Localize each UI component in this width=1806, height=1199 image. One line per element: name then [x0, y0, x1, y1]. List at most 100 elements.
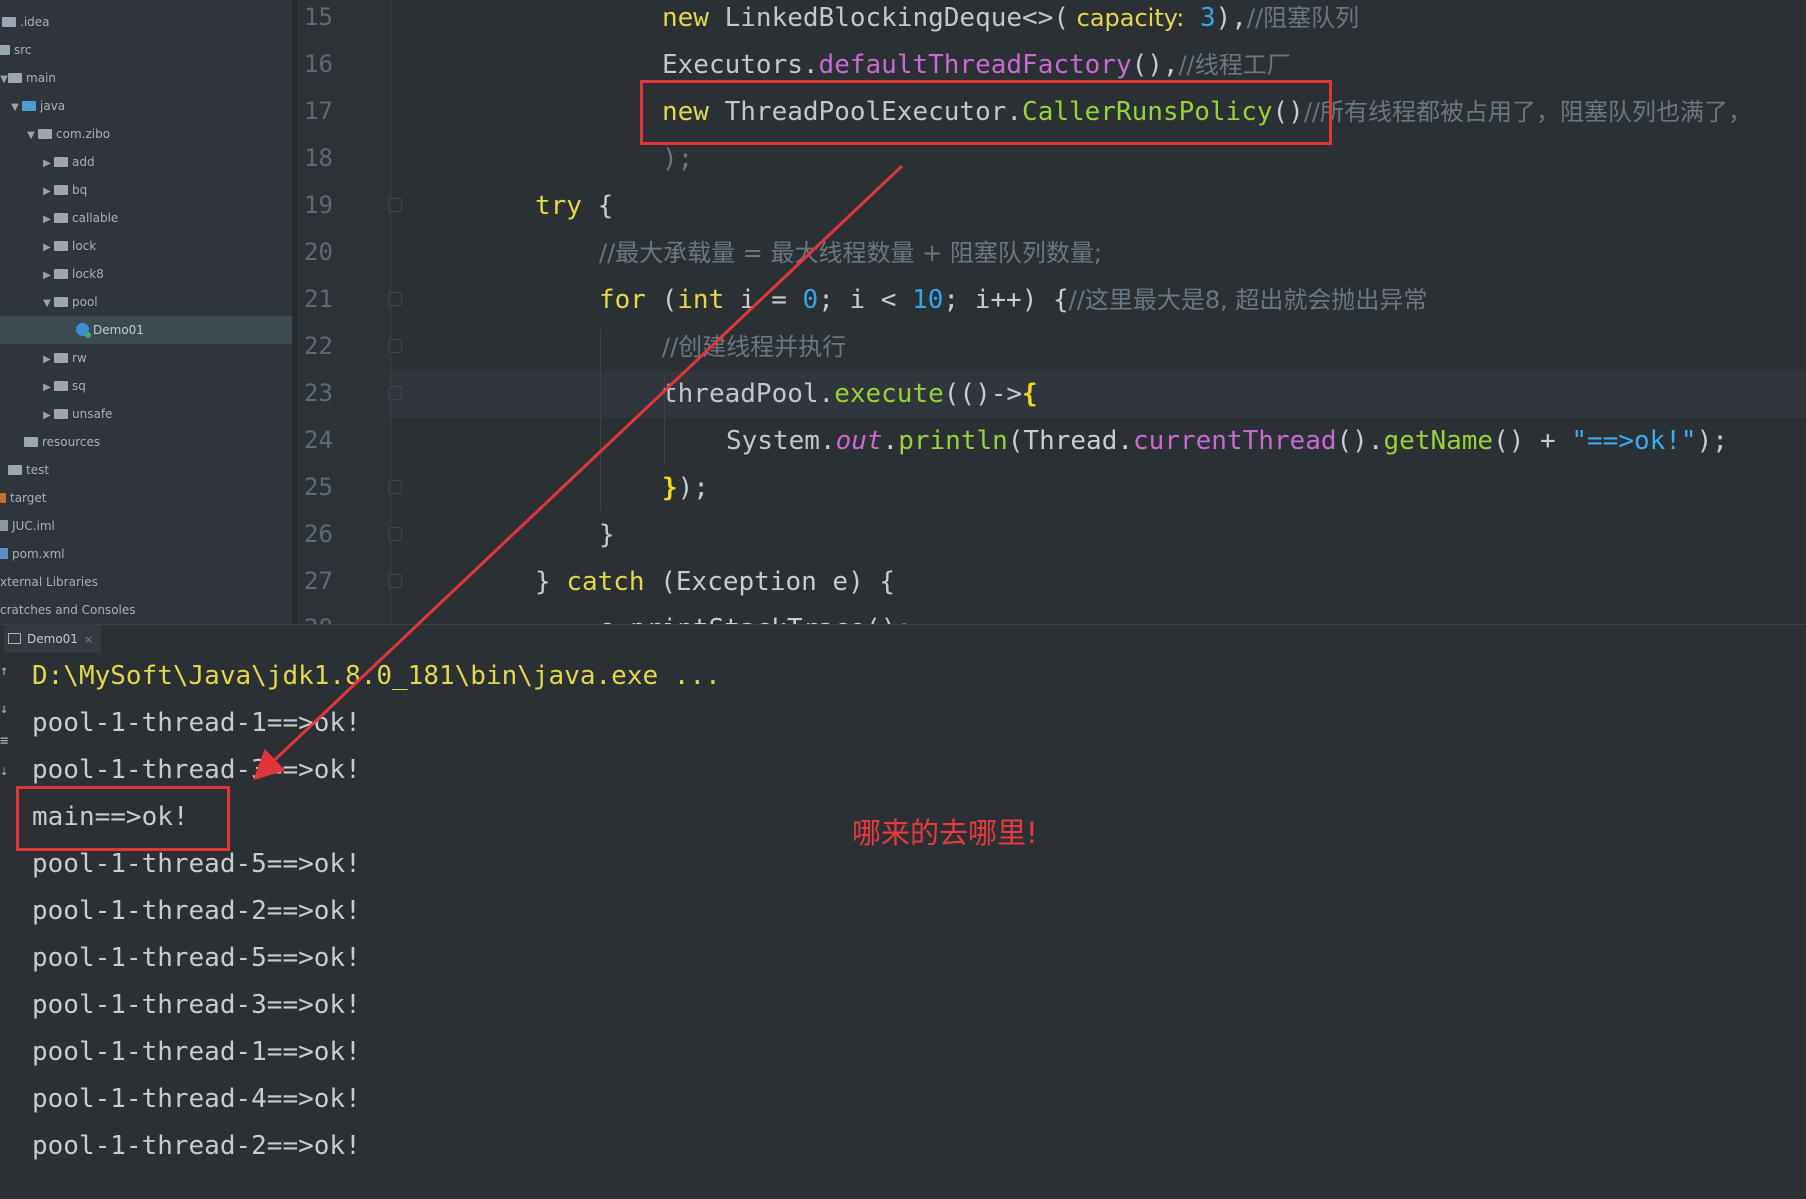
punctuation: (),: [1131, 50, 1179, 80]
method-name: getName: [1383, 426, 1494, 456]
code-line-18: );: [662, 143, 693, 190]
tree-item-add[interactable]: ▶ add: [0, 148, 292, 176]
tree-item-pom-xml[interactable]: pom.xml: [0, 540, 292, 568]
code-line-20: //最大承载量 = 最大线程数量 + 阻塞队列数量;: [599, 237, 1102, 284]
tree-item-rw[interactable]: ▶ rw: [0, 344, 292, 372]
project-tree: .idea src ▼ main ▼ java ▼ com.zibo ▶ add ▶ bq…: [0, 0, 298, 624]
console-icon: [8, 633, 21, 644]
keyword: catch: [566, 567, 645, 597]
chevron-right-icon[interactable]: ▶: [40, 206, 54, 234]
tree-item-resources[interactable]: resources: [0, 428, 292, 456]
comment: //最大承载量 = 最大线程数量 + 阻塞队列数量;: [599, 239, 1102, 267]
number-literal: 0: [802, 285, 819, 315]
scroll-to-end-icon[interactable]: ⇣: [0, 763, 8, 779]
fold-marker-icon[interactable]: [388, 386, 402, 400]
tree-item-main[interactable]: ▼ main: [0, 64, 292, 92]
package-icon: [54, 185, 68, 195]
scroll-up-icon[interactable]: ↑: [0, 663, 8, 679]
tree-item-label: unsafe: [72, 407, 113, 421]
fold-marker-icon[interactable]: [388, 527, 402, 541]
line-number: 26: [304, 520, 333, 548]
tree-item-label: rw: [72, 351, 87, 365]
tree-item-label: pool: [72, 295, 98, 309]
fold-marker-icon[interactable]: [388, 339, 402, 353]
chevron-down-icon[interactable]: ▼: [0, 66, 8, 94]
tree-item-callable[interactable]: ▶ callable: [0, 204, 292, 232]
static-method: defaultThreadFactory: [818, 50, 1132, 80]
punctuation: (()->: [943, 379, 1023, 409]
tree-item-sq[interactable]: ▶ sq: [0, 372, 292, 400]
tree-item-label: bq: [72, 183, 88, 197]
code-text: (Thread.: [1007, 426, 1134, 456]
fold-marker-icon[interactable]: [388, 198, 402, 212]
console-line: pool-1-thread-1==>ok!: [32, 708, 361, 738]
tree-item-label: Demo01: [93, 323, 144, 337]
code-line-26: }: [599, 519, 615, 566]
tree-item-external-libraries[interactable]: xternal Libraries: [0, 568, 292, 596]
chevron-right-icon[interactable]: ▶: [40, 402, 54, 430]
fold-marker-icon[interactable]: [388, 480, 402, 494]
code-line-27: } catch (Exception e) {: [535, 566, 895, 613]
console-line: pool-1-thread-1==>ok!: [32, 1037, 361, 1067]
tree-item-idea[interactable]: .idea: [0, 8, 292, 36]
chevron-right-icon[interactable]: ▶: [40, 234, 54, 262]
tree-item-juc-iml[interactable]: JUC.iml: [0, 512, 292, 540]
tree-item-label: callable: [72, 211, 119, 225]
line-number: 23: [304, 379, 333, 407]
fold-marker-icon[interactable]: [388, 574, 402, 588]
tree-item-target[interactable]: target: [0, 484, 292, 512]
package-icon: [54, 241, 68, 251]
tree-item-unsafe[interactable]: ▶ unsafe: [0, 400, 292, 428]
line-number: 28: [304, 613, 354, 624]
tree-item-src[interactable]: src: [0, 36, 292, 64]
code-text: (Exception e) {: [644, 567, 896, 597]
tree-item-label: lock8: [72, 267, 104, 281]
tree-item-test[interactable]: test: [0, 456, 292, 484]
tree-item-pool[interactable]: ▼ pool: [0, 288, 292, 316]
chevron-right-icon[interactable]: ▶: [40, 150, 54, 178]
fold-marker-icon[interactable]: [388, 292, 402, 306]
tree-item-lock[interactable]: ▶ lock: [0, 232, 292, 260]
punctuation: ),: [1215, 3, 1247, 33]
static-method: currentThread: [1133, 426, 1337, 456]
chevron-right-icon[interactable]: ▶: [40, 178, 54, 206]
tree-item-label: add: [72, 155, 95, 169]
tree-item-java[interactable]: ▼ java: [0, 92, 292, 120]
chevron-right-icon[interactable]: ▶: [40, 262, 54, 290]
keyword: for: [599, 285, 646, 315]
file-icon: [0, 520, 8, 531]
package-icon: [54, 213, 68, 223]
punctuation: ().: [1336, 426, 1384, 456]
console-line: pool-1-thread-2==>ok!: [32, 1131, 361, 1161]
tree-item-com-zibo[interactable]: ▼ com.zibo: [0, 120, 292, 148]
punctuation: );: [677, 473, 709, 503]
tree-item-label: pom.xml: [12, 547, 65, 561]
punctuation: }: [599, 520, 615, 550]
chevron-down-icon[interactable]: ▼: [8, 94, 22, 122]
chevron-right-icon[interactable]: ▶: [40, 346, 54, 374]
code-line-15: new LinkedBlockingDeque<>( capacity: 3),…: [662, 2, 1359, 49]
tree-item-lock8[interactable]: ▶ lock8: [0, 260, 292, 288]
console-output[interactable]: ↑ ↓ ≡ ⇣ D:\MySoft\Java\jdk1.8.0_181\bin\…: [0, 653, 1806, 1199]
chevron-down-icon[interactable]: ▼: [24, 122, 38, 150]
line-number: 22: [304, 332, 333, 360]
tree-item-label: lock: [72, 239, 97, 253]
string-literal: "==>ok!": [1571, 426, 1697, 456]
close-icon[interactable]: ×: [84, 633, 93, 646]
console-line: pool-1-thread-2==>ok!: [32, 896, 361, 926]
tree-item-label: cratches and Consoles: [0, 603, 136, 617]
run-tool-window-header: Demo01 ×: [0, 624, 1806, 654]
source-folder-icon: [22, 101, 36, 111]
chevron-right-icon[interactable]: ▶: [40, 374, 54, 402]
punctuation: (: [661, 285, 678, 315]
scroll-down-icon[interactable]: ↓: [0, 701, 8, 717]
tree-item-bq[interactable]: ▶ bq: [0, 176, 292, 204]
soft-wrap-icon[interactable]: ≡: [0, 733, 8, 749]
folder-icon: [8, 73, 22, 83]
line-number: 19: [304, 191, 333, 219]
tree-item-demo01[interactable]: Demo01: [0, 316, 292, 344]
run-tab-demo01[interactable]: Demo01 ×: [4, 625, 102, 653]
chevron-down-icon[interactable]: ▼: [40, 290, 54, 318]
code-line-19: try {: [535, 190, 613, 237]
tree-item-scratches[interactable]: cratches and Consoles: [0, 596, 292, 624]
